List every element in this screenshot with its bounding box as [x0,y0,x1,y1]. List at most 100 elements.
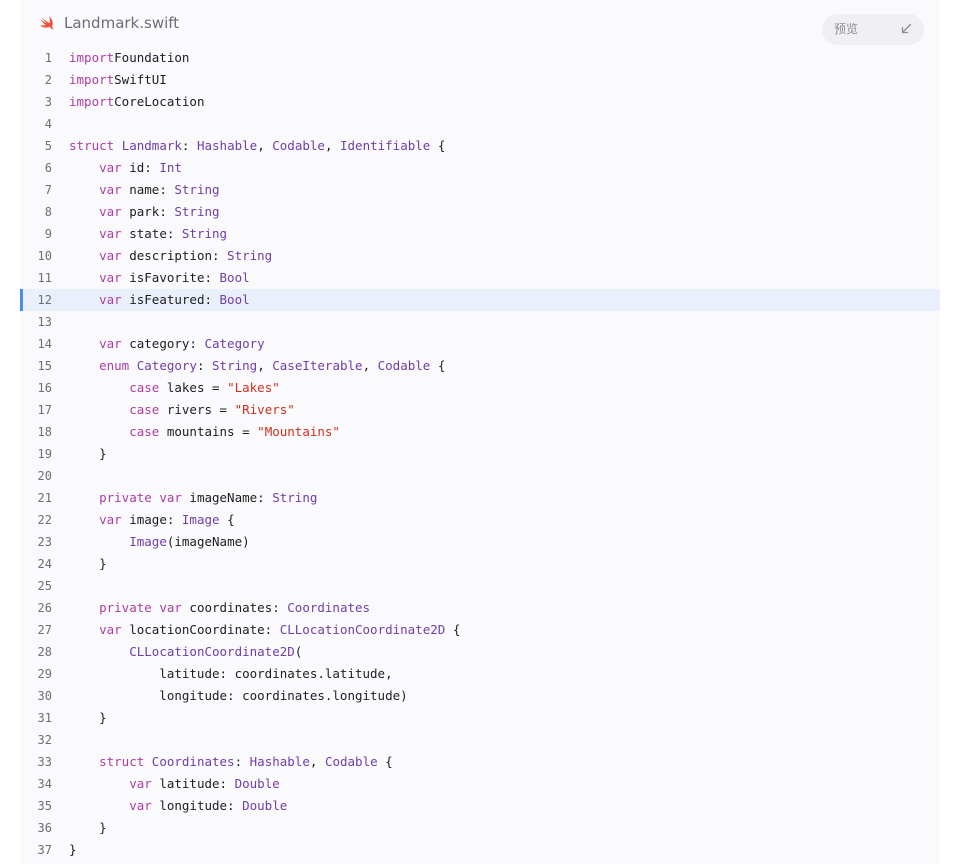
line-source: var isFeatured: Bool [69,289,250,311]
code-token: imageName: [181,490,273,505]
code-token: String [227,248,273,263]
code-line: 18 case mountains = "Mountains" [20,421,940,443]
line-source: Image(imageName) [69,531,249,553]
code-token: import [69,72,115,87]
code-token: , [362,358,378,373]
code-token: var [99,160,122,175]
code-line: 32 [20,729,940,751]
code-line: 4 [20,113,940,135]
code-token: Landmark [121,138,182,153]
line-number: 1 [44,51,52,65]
line-source: var state: String [69,223,227,245]
code-token: var [99,292,122,307]
code-line: 11 var isFavorite: Bool [20,267,940,289]
code-token: case [129,402,160,417]
code-token: struct [99,754,145,769]
code-token: : [181,138,197,153]
line-number: 17 [37,403,52,417]
line-source: importSwiftUI [69,69,167,91]
line-source: latitude: coordinates.latitude, [69,663,392,685]
code-line: 16 case lakes = "Lakes" [20,377,940,399]
code-token: } [69,842,77,857]
code-token: var [99,226,122,241]
line-number: 3 [44,95,52,109]
line-source: importCoreLocation [69,91,204,113]
code-token: image: [121,512,182,527]
code-token: "Lakes" [227,380,280,395]
line-number: 29 [37,667,52,681]
line-number: 31 [37,711,52,725]
line-number: 22 [37,513,52,527]
code-token: , [324,138,340,153]
code-line: 34 var latitude: Double [20,773,940,795]
code-line: 5 struct Landmark: Hashable, Codable, Ide… [20,135,940,157]
line-number: 33 [37,755,52,769]
line-source: CLLocationCoordinate2D( [69,641,302,663]
line-source: var category: Category [69,333,265,355]
code-token: struct [69,138,115,153]
preview-button[interactable]: 预览 [822,14,924,45]
code-token: longitude: [151,798,243,813]
code-line: 30 longitude: coordinates.longitude) [20,685,940,707]
code-token: Double [242,798,288,813]
code-token: case [129,380,160,395]
code-line: 12 var isFeatured: Bool [20,289,940,311]
line-number: 10 [37,249,52,263]
code-token: Int [159,160,182,175]
code-line: 26 private var coordinates: Coordinates [20,597,940,619]
code-editor[interactable]: 1 importFoundation 2 importSwiftUI 3 importCo… [20,47,940,861]
code-line: 13 [20,311,940,333]
code-line: 17 case rivers = "Rivers" [20,399,940,421]
code-token: String [174,204,220,219]
code-line: 2 importSwiftUI [20,69,940,91]
line-source: case rivers = "Rivers" [69,399,295,421]
code-token: { [445,622,461,637]
code-line: 14 var category: Category [20,333,940,355]
code-token: Codable [377,358,431,373]
code-token: longitude: coordinates.longitude) [69,688,408,703]
code-line: 28 CLLocationCoordinate2D( [20,641,940,663]
line-number: 35 [37,799,52,813]
code-token: String [272,490,318,505]
line-source: } [69,707,107,729]
line-source: var isFavorite: Bool [69,267,250,289]
code-panel: Landmark.swift 预览 1 importFoundation 2 impo… [20,0,940,864]
preview-label: 预览 [834,22,859,36]
code-token: } [69,446,107,461]
code-line: 33 struct Coordinates: Hashable, Codable… [20,751,940,773]
code-line: 19 } [20,443,940,465]
code-token: Double [234,776,280,791]
line-source: longitude: coordinates.longitude) [69,685,408,707]
code-token: rivers = [159,402,235,417]
file-name: Landmark.swift [64,14,180,32]
code-token: lakes = [159,380,228,395]
swift-logo-icon [39,16,54,30]
line-source: var park: String [69,201,220,223]
code-token: } [69,820,107,835]
code-line: 22 var image: Image { [20,509,940,531]
code-token: Bool [219,292,250,307]
code-line: 20 [20,465,940,487]
code-token: latitude: [151,776,235,791]
line-source: var description: String [69,245,272,267]
code-line: 29 latitude: coordinates.latitude, [20,663,940,685]
code-token: { [430,138,446,153]
line-source: private var coordinates: Coordinates [69,597,370,619]
code-line: 24 } [20,553,940,575]
code-token: var [129,776,152,791]
code-token: private [99,600,152,615]
code-token: isFavorite: [121,270,220,285]
code-token: CoreLocation [114,94,205,109]
code-token: var [99,512,122,527]
